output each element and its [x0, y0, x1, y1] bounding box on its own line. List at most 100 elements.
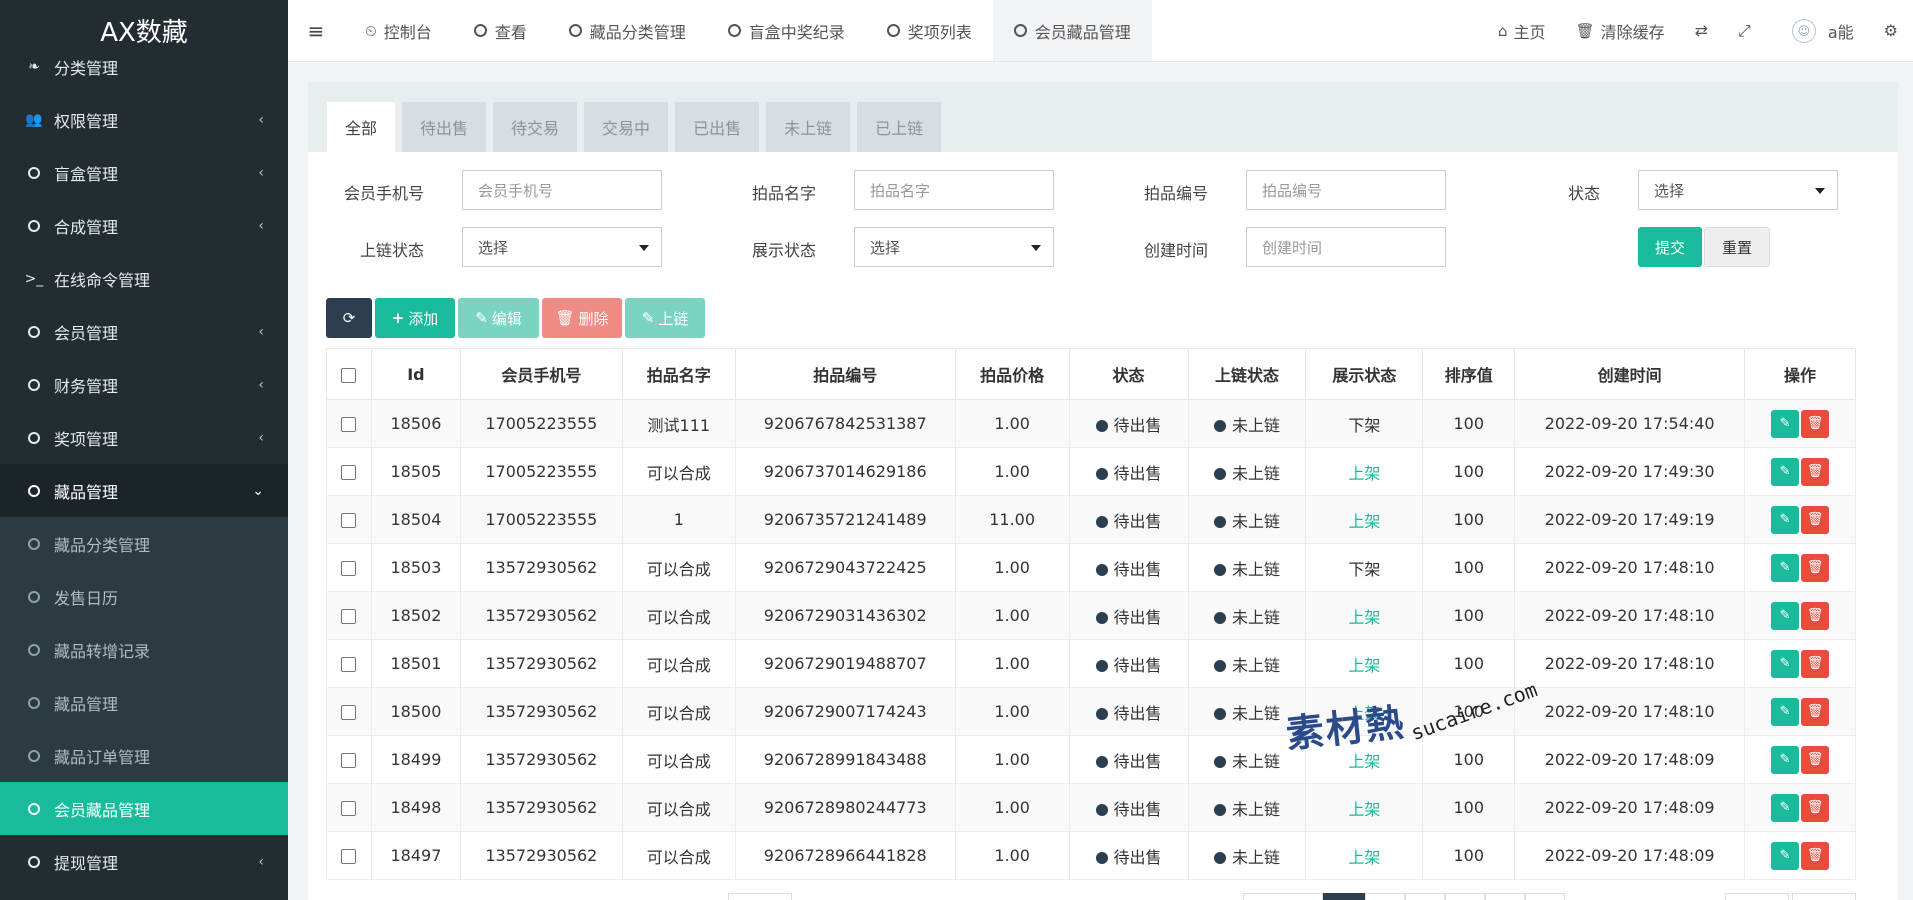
language-icon[interactable]: ⇄ — [1680, 0, 1723, 61]
table-row[interactable]: 18504 17005223555 1 9206735721241489 11.… — [326, 495, 1856, 544]
cell-display[interactable]: 上架 — [1305, 831, 1424, 880]
page-button[interactable] — [1445, 893, 1485, 900]
page-button[interactable] — [1243, 893, 1323, 900]
fullscreen-icon[interactable]: ⤢ — [1723, 0, 1766, 61]
table-row[interactable]: 18497 13572930562 可以合成 9206728966441828 … — [326, 831, 1856, 880]
row-edit-button[interactable]: ✎ — [1771, 649, 1800, 678]
tab-blindbox-records[interactable]: 盲盒中奖纪录 — [707, 0, 866, 61]
filter-tab-chained[interactable]: 已上链 — [857, 102, 942, 152]
row-delete-button[interactable]: 🗑 — [1801, 649, 1830, 678]
sidebar-item-withdraw[interactable]: 提现管理 ‹ — [0, 835, 288, 888]
filter-tab-not-chained[interactable]: 未上链 — [766, 102, 851, 152]
row-checkbox-cell[interactable] — [326, 399, 372, 448]
checkbox[interactable] — [341, 513, 357, 528]
row-checkbox-cell[interactable] — [326, 591, 372, 640]
sidebar-item-collection[interactable]: 藏品管理 ⌄ — [0, 464, 288, 517]
delete-button[interactable]: 🗑 删除 — [542, 298, 622, 338]
table-row[interactable]: 18501 13572930562 可以合成 9206729019488707 … — [326, 639, 1856, 688]
header-code[interactable]: 拍品编号 — [734, 348, 956, 400]
sidebar-item-permission[interactable]: 👥 权限管理 ‹ — [0, 93, 288, 146]
row-edit-button[interactable]: ✎ — [1771, 601, 1800, 630]
filter-tab-pending-trade[interactable]: 待交易 — [493, 102, 578, 152]
header-phone[interactable]: 会员手机号 — [459, 348, 623, 400]
row-checkbox-cell[interactable] — [326, 495, 372, 544]
sidebar-subitem-collection-category[interactable]: 藏品分类管理 — [0, 517, 288, 570]
cell-display[interactable]: 上架 — [1305, 783, 1424, 832]
row-edit-button[interactable]: ✎ — [1771, 793, 1800, 822]
header-select-all[interactable] — [326, 348, 372, 400]
filter-tab-pending-sale[interactable]: 待出售 — [402, 102, 487, 152]
row-checkbox-cell[interactable] — [326, 543, 372, 592]
tab-collection-category[interactable]: 藏品分类管理 — [548, 0, 707, 61]
row-delete-button[interactable]: 🗑 — [1801, 457, 1830, 486]
home-link[interactable]: ⌂ 主页 — [1483, 0, 1561, 61]
sidebar-subitem-member-collection[interactable]: 会员藏品管理 — [0, 782, 288, 835]
sidebar-item-finance[interactable]: 财务管理 ‹ — [0, 358, 288, 411]
cell-display[interactable]: 上架 — [1305, 591, 1424, 640]
header-name[interactable]: 拍品名字 — [621, 348, 736, 400]
row-delete-button[interactable]: 🗑 — [1801, 697, 1830, 726]
checkbox[interactable] — [341, 561, 357, 576]
tab-view[interactable]: 查看 — [453, 0, 548, 61]
status-select[interactable]: 选择 — [1638, 170, 1838, 210]
page-button[interactable] — [1485, 893, 1525, 900]
row-delete-button[interactable]: 🗑 — [1801, 745, 1830, 774]
row-edit-button[interactable]: ✎ — [1771, 553, 1800, 582]
checkbox[interactable] — [341, 465, 357, 480]
table-row[interactable]: 18502 13572930562 可以合成 9206729031436302 … — [326, 591, 1856, 640]
row-checkbox-cell[interactable] — [326, 831, 372, 880]
tab-member-collection[interactable]: 会员藏品管理 — [992, 0, 1152, 61]
table-row[interactable]: 18505 17005223555 可以合成 9206737014629186 … — [326, 447, 1856, 496]
table-row[interactable]: 18503 13572930562 可以合成 9206729043722425 … — [326, 543, 1856, 592]
chain-status-select[interactable]: 选择 — [462, 227, 662, 267]
header-chain-status[interactable]: 上链状态 — [1187, 348, 1307, 400]
header-status[interactable]: 状态 — [1068, 348, 1189, 400]
row-edit-button[interactable]: ✎ — [1771, 745, 1800, 774]
display-status-select[interactable]: 选择 — [854, 227, 1054, 267]
row-delete-button[interactable]: 🗑 — [1801, 601, 1830, 630]
filter-tab-all[interactable]: 全部 — [327, 102, 396, 152]
checkbox[interactable] — [341, 849, 357, 864]
clear-cache-button[interactable]: 🗑 清除缓存 — [1561, 0, 1680, 61]
checkbox[interactable] — [341, 367, 357, 383]
checkbox[interactable] — [341, 417, 357, 432]
table-row[interactable]: 18499 13572930562 可以合成 9206728991843488 … — [326, 735, 1856, 784]
row-delete-button[interactable]: 🗑 — [1801, 505, 1830, 534]
add-button[interactable]: + 添加 — [375, 298, 455, 338]
name-input[interactable]: 拍品名字 — [854, 170, 1054, 210]
checkbox[interactable] — [341, 801, 357, 816]
header-id[interactable]: Id — [370, 348, 461, 400]
header-display-status[interactable]: 展示状态 — [1305, 348, 1424, 400]
table-row[interactable]: 18506 17005223555 测试111 9206767842531387… — [326, 399, 1856, 448]
filter-tab-sold[interactable]: 已出售 — [675, 102, 760, 152]
page-size-select[interactable] — [728, 893, 792, 900]
sidebar-subitem-transfer-records[interactable]: 藏品转增记录 — [0, 623, 288, 676]
sidebar-item-blindbox[interactable]: 盲盒管理 ‹ — [0, 146, 288, 199]
page-button[interactable] — [1725, 893, 1789, 900]
row-checkbox-cell[interactable] — [326, 447, 372, 496]
header-price[interactable]: 拍品价格 — [954, 348, 1070, 400]
chain-button[interactable]: ✎ 上链 — [625, 298, 705, 338]
table-row[interactable]: 18498 13572930562 可以合成 9206728980244773 … — [326, 783, 1856, 832]
sidebar-subitem-release-calendar[interactable]: 发售日历 — [0, 570, 288, 623]
row-delete-button[interactable]: 🗑 — [1801, 409, 1830, 438]
row-edit-button[interactable]: ✎ — [1771, 505, 1800, 534]
header-sort[interactable]: 排序值 — [1422, 348, 1516, 400]
checkbox[interactable] — [341, 609, 357, 624]
cell-display[interactable]: 下架 — [1305, 543, 1424, 592]
page-button[interactable] — [1365, 893, 1405, 900]
code-input[interactable]: 拍品编号 — [1246, 170, 1446, 210]
row-edit-button[interactable]: ✎ — [1771, 697, 1800, 726]
user-menu[interactable]: ☺ a能 — [1766, 0, 1869, 61]
row-delete-button[interactable]: 🗑 — [1801, 793, 1830, 822]
page-button[interactable] — [1405, 893, 1445, 900]
phone-input[interactable]: 会员手机号 — [462, 170, 662, 210]
checkbox[interactable] — [341, 657, 357, 672]
row-delete-button[interactable]: 🗑 — [1801, 841, 1830, 870]
created-time-input[interactable]: 创建时间 — [1246, 227, 1446, 267]
edit-button[interactable]: ✎ 编辑 — [458, 298, 539, 338]
sidebar-item-command[interactable]: >_ 在线命令管理 — [0, 252, 288, 305]
sidebar-item-member[interactable]: 会员管理 ‹ — [0, 305, 288, 358]
page-button[interactable] — [1792, 893, 1856, 900]
cell-display[interactable]: 上架 — [1305, 447, 1424, 496]
